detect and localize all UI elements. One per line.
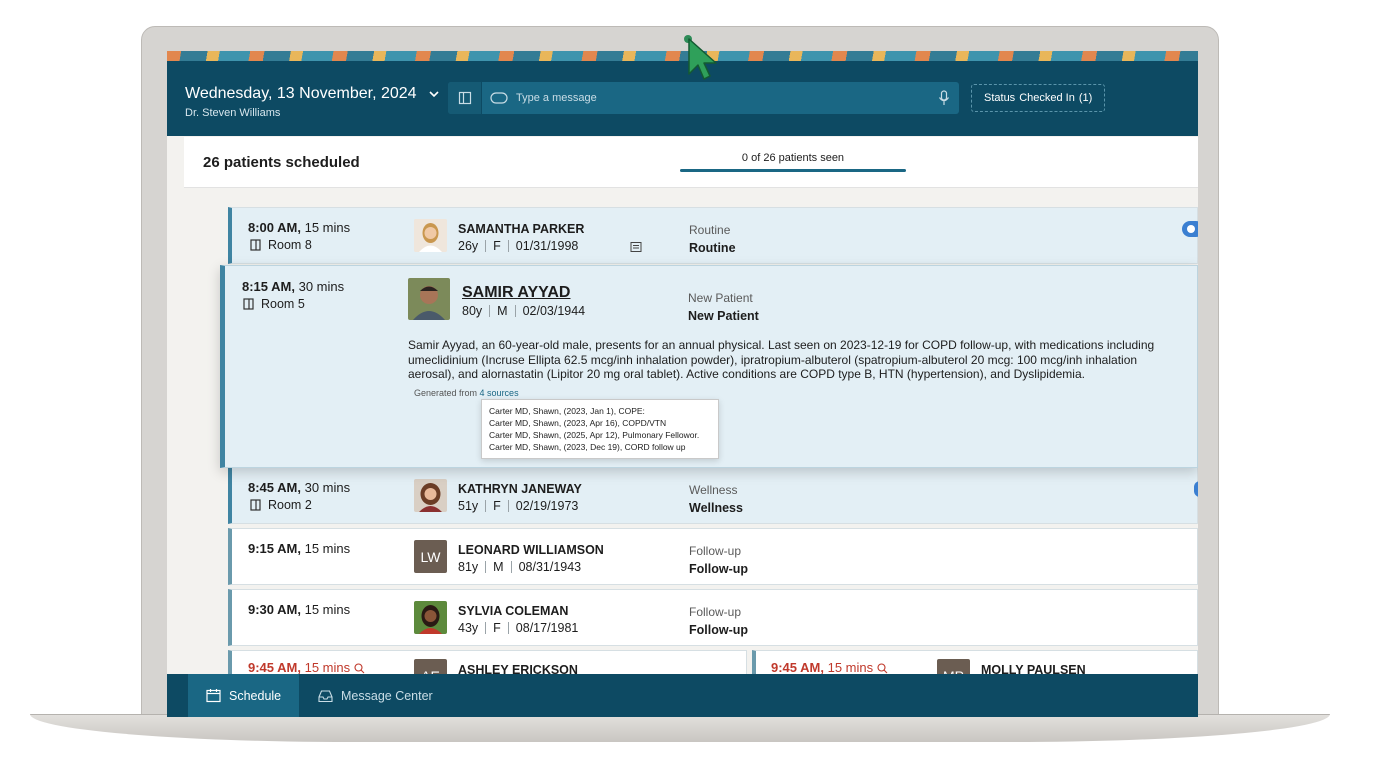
schedule-panel: 26 patients scheduled 0 of 26 patients s… (184, 137, 1198, 692)
panel-icon (458, 91, 471, 105)
status-value: Checked In (1019, 92, 1075, 104)
calendar-icon (206, 689, 221, 703)
room-label: Room 5 (243, 297, 305, 311)
status-label: Status (984, 92, 1016, 104)
seen-progress: 0 of 26 patients seen (680, 152, 906, 172)
source-item[interactable]: Carter MD, Shawn, (2023, Apr 16), COPD/V… (489, 417, 711, 429)
patient-avatar (414, 219, 447, 252)
appointment-time: 9:45 AM, 15 mins (771, 660, 888, 675)
patient-avatar (414, 601, 447, 634)
visit-type: Follow-up (689, 605, 742, 619)
patient-name[interactable]: SAMANTHA PARKER (458, 222, 584, 236)
appointment-card[interactable]: 8:00 AM, 15 mins Room 8 SAMANTHA PARKER … (228, 207, 1198, 264)
scheduled-count: 26 patients scheduled (203, 154, 360, 171)
microphone-icon[interactable] (929, 82, 959, 114)
appointment-card[interactable]: 9:15 AM, 15 mins LW LEONARD WILLIAMSON 8… (228, 528, 1198, 585)
patient-name[interactable]: LEONARD WILLIAMSON (458, 543, 604, 557)
status-filter-button[interactable]: Status Checked In (1) (971, 84, 1106, 112)
seen-progress-bar (680, 169, 906, 172)
appointment-card-expanded[interactable]: 8:15 AM, 30 mins Room 5 SAMIR AYYAD 80y M… (220, 265, 1198, 468)
patient-demographics: 80y M 02/03/1944 (462, 304, 586, 318)
visit-type: New Patient (688, 291, 753, 305)
late-search-icon (877, 663, 888, 674)
chevron-down-icon (428, 91, 439, 98)
notes-icon[interactable] (630, 241, 642, 253)
patient-avatar (414, 479, 447, 512)
sources-link[interactable]: 4 sources (480, 388, 519, 398)
appointment-time: 8:15 AM, 30 mins (242, 279, 345, 294)
doctor-name: Dr. Steven Williams (185, 107, 281, 119)
visit-reason: Follow-up (689, 623, 749, 637)
door-icon (243, 298, 254, 310)
late-search-icon (354, 663, 365, 674)
app-header: Wednesday, 13 November, 2024 Dr. Steven … (167, 61, 1198, 136)
generated-from: Generated from 4 sources (414, 388, 519, 398)
patient-demographics: 43y F 08/17/1981 (458, 621, 579, 635)
appointment-time: 8:45 AM, 30 mins (248, 480, 351, 495)
status-toggle[interactable] (1194, 481, 1198, 497)
tab-schedule[interactable]: Schedule (188, 674, 300, 717)
patient-name[interactable]: SYLVIA COLEMAN (458, 604, 568, 618)
tab-schedule-label: Schedule (229, 688, 282, 703)
chat-icon (490, 89, 508, 107)
source-item[interactable]: Carter MD, Shawn, (2023, Dec 19), CORD f… (489, 441, 711, 453)
tab-message-center[interactable]: Message Center (300, 674, 451, 717)
source-item[interactable]: Carter MD, Shawn, (2023, Jan 1), COPE: (489, 405, 711, 417)
appointment-time: 9:45 AM, 15 mins (248, 660, 365, 675)
tab-message-center-label: Message Center (341, 688, 433, 703)
patient-avatar (408, 278, 450, 320)
date-selector[interactable]: Wednesday, 13 November, 2024 (185, 85, 441, 103)
sources-tooltip: Carter MD, Shawn, (2023, Jan 1), COPE: C… (481, 399, 719, 459)
source-item[interactable]: Carter MD, Shawn, (2025, Apr 12), Pulmon… (489, 429, 711, 441)
appointment-card[interactable]: 8:45 AM, 30 mins Room 2 KATHRYN JANEWAY … (228, 467, 1198, 524)
schedule-summary: 26 patients scheduled 0 of 26 patients s… (184, 137, 1198, 188)
bottom-tab-bar: Schedule Message Center (167, 674, 1198, 717)
patient-demographics: 51y F 02/19/1973 (458, 499, 579, 513)
visit-type: Follow-up (689, 544, 742, 558)
door-icon (250, 499, 261, 511)
status-count: (1) (1078, 92, 1093, 104)
appointment-card[interactable]: 9:30 AM, 15 mins SYLVIA COLEMAN 43y F 08/1… (228, 589, 1198, 646)
visit-type: Routine (689, 223, 731, 237)
patient-demographics: 26y F 01/31/1998 (458, 239, 579, 253)
patient-name[interactable]: SAMIR AYYAD (462, 284, 570, 302)
visit-reason: Follow-up (689, 562, 749, 576)
inbox-icon (318, 689, 333, 702)
mouse-cursor-icon (684, 35, 717, 80)
visit-reason: New Patient (688, 309, 759, 323)
visit-reason: Wellness (689, 501, 743, 515)
appointment-time: 8:00 AM, 15 mins (248, 220, 351, 235)
app-screen: Wednesday, 13 November, 2024 Dr. Steven … (167, 51, 1198, 717)
seen-count: 0 of 26 patients seen (741, 152, 845, 164)
appointment-time: 9:30 AM, 15 mins (248, 602, 351, 617)
patient-name[interactable]: KATHRYN JANEWAY (458, 482, 582, 496)
appointment-time: 9:15 AM, 15 mins (248, 541, 351, 556)
room-label: Room 8 (250, 238, 312, 252)
status-toggle[interactable] (1182, 221, 1198, 237)
ai-patient-summary: Samir Ayyad, an 60-year-old male, presen… (408, 338, 1155, 381)
patient-demographics: 81y M 08/31/1943 (458, 560, 582, 574)
message-bar: Type a message (448, 82, 959, 114)
door-icon (250, 239, 261, 251)
visit-type: Wellness (689, 483, 738, 497)
patient-avatar: LW (414, 540, 447, 573)
laptop-base (30, 714, 1330, 742)
date-title: Wednesday, 13 November, 2024 (185, 85, 417, 102)
message-input[interactable]: Type a message (516, 92, 929, 104)
side-panel-button[interactable] (448, 82, 482, 114)
decorative-pattern (167, 51, 1198, 61)
visit-reason: Routine (689, 241, 736, 255)
room-label: Room 2 (250, 498, 312, 512)
